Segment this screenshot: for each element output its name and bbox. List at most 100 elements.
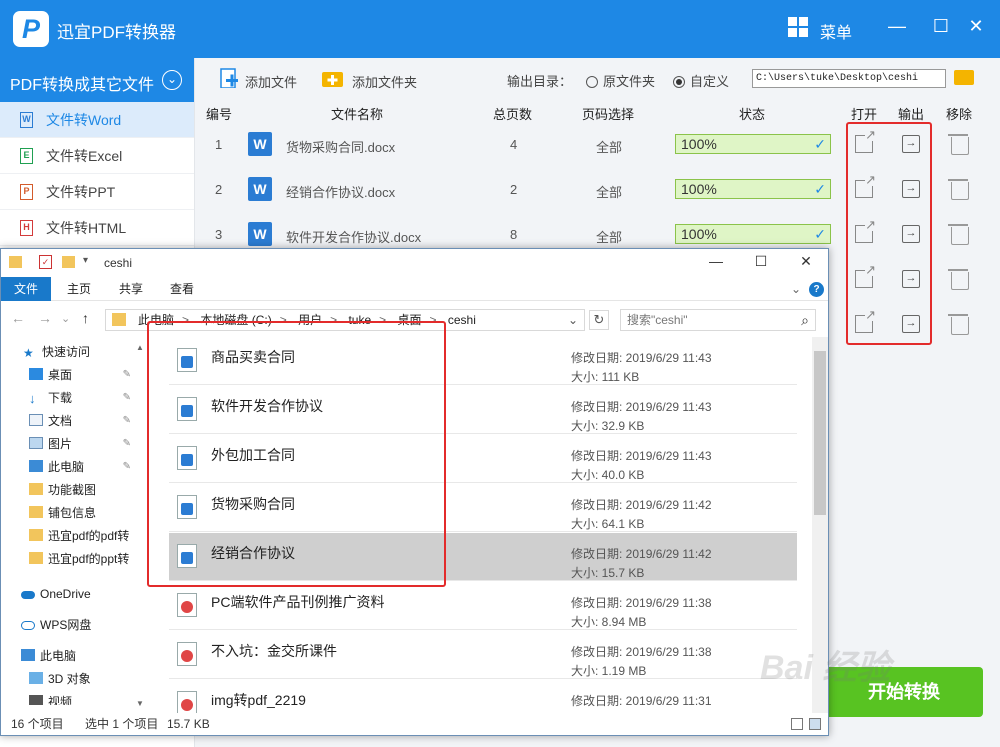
up-arrow-icon[interactable]: ↑ — [82, 310, 89, 326]
radio-off-icon[interactable] — [586, 76, 598, 88]
sidebar-category-header[interactable]: PDF转换成其它文件 ⌄ — [0, 58, 194, 102]
ribbon-expand-icon[interactable]: ⌄ — [791, 277, 801, 301]
tab-file[interactable]: 文件 — [1, 277, 51, 301]
col-header-pages: 总页数 — [493, 107, 533, 122]
folder-icon — [9, 256, 22, 268]
star-icon: ★ — [23, 346, 34, 360]
explorer-minimize-button[interactable]: — — [701, 253, 731, 273]
add-folder-button[interactable]: 添加文件夹 — [352, 72, 417, 91]
nav-scroll-up-icon[interactable]: ▲ — [136, 343, 144, 352]
trash-icon[interactable] — [948, 224, 969, 245]
tiles-view-icon[interactable] — [809, 718, 821, 730]
pin-icon[interactable]: ✎ — [123, 456, 131, 478]
nav-folder[interactable]: 迅宜pdf的pdf转 — [1, 525, 151, 547]
nav-videos[interactable]: 视频 — [1, 691, 151, 705]
chevron-down-icon[interactable]: ⌄ — [162, 70, 182, 90]
documents-icon — [29, 414, 43, 426]
nav-3d-objects[interactable]: 3D 对象 — [1, 668, 151, 690]
recent-locations-icon[interactable]: ⌄ — [61, 312, 70, 325]
add-folder-icon[interactable] — [321, 68, 345, 88]
add-file-icon[interactable] — [220, 68, 238, 88]
tab-share[interactable]: 共享 — [119, 277, 143, 301]
nav-desktop[interactable]: 桌面 ✎ — [1, 364, 151, 386]
help-icon[interactable]: ? — [809, 282, 824, 297]
search-input[interactable]: 搜索"ceshi" ⌕ — [620, 309, 816, 331]
nav-scroll-down-icon[interactable]: ▼ — [136, 699, 144, 708]
trash-icon[interactable] — [948, 314, 969, 335]
navigation-pane: ★ 快速访问 桌面 ✎ ↓ 下载 ✎ 文档 ✎ 图片 ✎ 此电脑 ✎ 功能截图 铺包信息 迅宜… — [1, 337, 151, 713]
trash-icon[interactable] — [948, 134, 969, 155]
selected-count: 选中 1 个项目 — [85, 717, 159, 731]
back-arrow-icon[interactable]: ← — [11, 310, 25, 326]
row-page-range[interactable]: 全部 — [596, 137, 622, 156]
search-icon[interactable]: ⌕ — [801, 310, 809, 330]
forward-arrow-icon[interactable]: → — [38, 310, 52, 326]
close-button[interactable]: ✕ — [962, 14, 990, 38]
explorer-maximize-button[interactable]: ☐ — [746, 253, 776, 273]
col-header-status: 状态 — [739, 107, 766, 122]
grid-menu-icon[interactable] — [788, 17, 808, 37]
nav-pictures[interactable]: 图片 ✎ — [1, 433, 151, 455]
ribbon: 文件 主页 共享 查看 ⌄ ? — [1, 277, 828, 301]
radio-on-icon[interactable] — [673, 76, 685, 88]
nav-wps-drive[interactable]: WPS网盘 — [1, 614, 151, 636]
details-view-icon[interactable] — [791, 718, 803, 730]
trash-icon[interactable] — [948, 269, 969, 290]
tab-view[interactable]: 查看 — [170, 277, 194, 301]
word-doc-icon: W — [248, 222, 272, 246]
menu-button[interactable]: 菜单 — [820, 19, 852, 43]
row-filename: 经销合作协议.docx — [286, 185, 396, 200]
row-pages: 8 — [510, 227, 518, 242]
quick-access-dropdown-icon[interactable]: ▾ — [83, 255, 88, 266]
cloud-icon — [21, 591, 35, 599]
refresh-icon[interactable]: ↻ — [589, 310, 609, 330]
minimize-button[interactable]: — — [883, 14, 911, 38]
pin-icon[interactable]: ✎ — [123, 387, 131, 409]
radio-custom-folder[interactable]: 自定义 — [673, 71, 729, 90]
sidebar-item-word[interactable]: W 文件转Word — [0, 102, 194, 138]
file-item[interactable]: PC端软件产品刊例推广资料 修改日期: 2019/6/29 11:38 大小: … — [169, 582, 797, 630]
app-title-bar: P 迅宜PDF转换器 菜单 — ☐ ✕ — [0, 0, 1000, 58]
ppt-file-icon: P — [20, 184, 33, 200]
row-page-range[interactable]: 全部 — [596, 227, 622, 246]
nav-quick-access[interactable]: ★ 快速访问 — [1, 341, 151, 363]
nav-this-pc[interactable]: 此电脑 — [1, 645, 151, 667]
sidebar-item-html[interactable]: H 文件转HTML — [0, 210, 194, 246]
add-file-button[interactable]: 添加文件 — [245, 72, 297, 91]
browse-folder-icon[interactable] — [954, 70, 974, 85]
file-item[interactable]: 不入坑：金交所课件 修改日期: 2019/6/29 11:38 大小: 1.19… — [169, 631, 797, 679]
nav-documents[interactable]: 文档 ✎ — [1, 410, 151, 432]
nav-folder[interactable]: 铺包信息 — [1, 502, 151, 524]
nav-folder[interactable]: 迅宜pdf的ppt转 — [1, 548, 151, 570]
file-item[interactable]: img转pdf_2219 修改日期: 2019/6/29 11:31 — [169, 680, 797, 713]
row-pages: 2 — [510, 182, 518, 197]
nav-onedrive[interactable]: OneDrive — [1, 583, 151, 605]
properties-icon[interactable]: ✓ — [39, 255, 52, 269]
tab-home[interactable]: 主页 — [67, 277, 91, 301]
progress-bar: 100% ✓ — [675, 224, 831, 244]
scrollbar-thumb[interactable] — [814, 351, 826, 515]
sidebar-item-ppt[interactable]: P 文件转PPT — [0, 174, 194, 210]
item-count: 16 个项目 — [11, 717, 64, 731]
trash-icon[interactable] — [948, 179, 969, 200]
pdf-doc-icon — [177, 642, 197, 666]
new-folder-icon[interactable] — [62, 256, 75, 268]
nav-this-pc-quick[interactable]: 此电脑 ✎ — [1, 456, 151, 478]
nav-folder[interactable]: 功能截图 — [1, 479, 151, 501]
breadcrumb-item[interactable]: ceshi — [448, 313, 476, 327]
radio-source-folder[interactable]: 原文件夹 — [586, 71, 655, 90]
pin-icon[interactable]: ✎ — [123, 410, 131, 432]
progress-bar: 100% ✓ — [675, 134, 831, 154]
address-dropdown-icon[interactable]: ⌄ — [568, 310, 578, 330]
output-path-field[interactable]: C:\Users\tuke\Desktop\ceshi — [752, 69, 946, 88]
pin-icon[interactable]: ✎ — [123, 364, 131, 386]
wps-cloud-icon — [21, 621, 35, 630]
sidebar-item-excel[interactable]: E 文件转Excel — [0, 138, 194, 174]
maximize-button[interactable]: ☐ — [927, 14, 955, 38]
nav-downloads[interactable]: ↓ 下载 ✎ — [1, 387, 151, 409]
pin-icon[interactable]: ✎ — [123, 433, 131, 455]
explorer-close-button[interactable]: ✕ — [791, 253, 821, 273]
row-page-range[interactable]: 全部 — [596, 182, 622, 201]
row-num: 2 — [215, 182, 223, 197]
row-filename: 货物采购合同.docx — [286, 140, 396, 155]
